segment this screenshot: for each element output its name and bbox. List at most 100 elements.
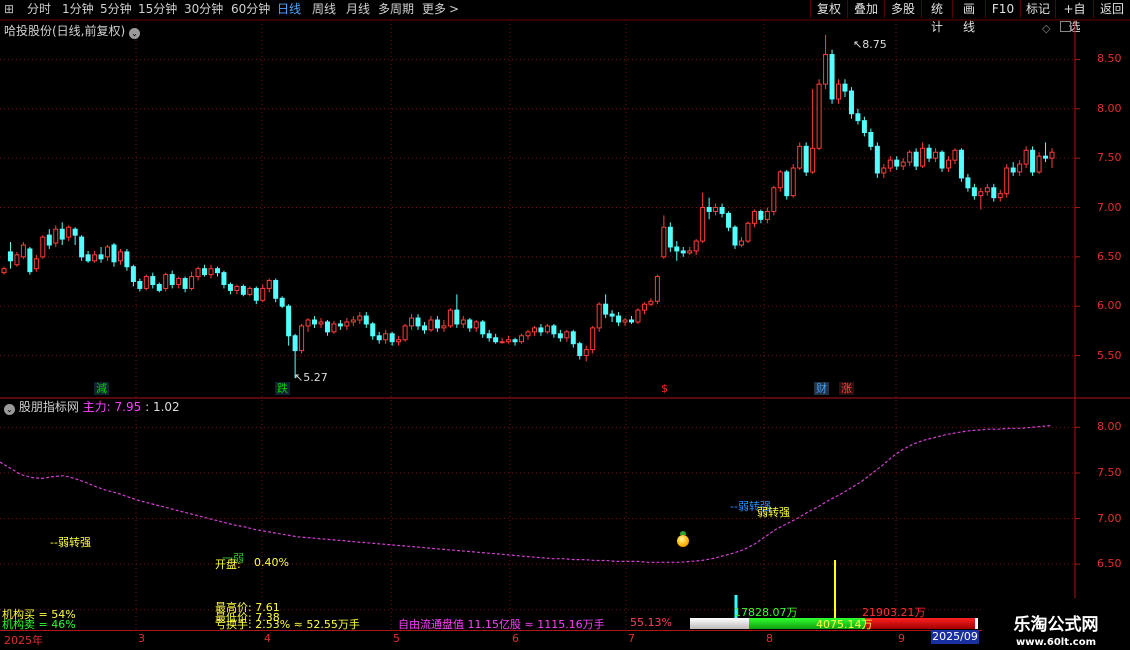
candle-body	[137, 281, 143, 289]
chevron-down-icon[interactable]: ⌄	[129, 28, 141, 39]
candle-body	[674, 246, 680, 252]
kline-chart[interactable]	[0, 20, 1130, 630]
candle-body	[810, 147, 816, 173]
period-tab-multi[interactable]: 多周期	[378, 1, 414, 18]
signal-rise: 涨	[839, 382, 854, 395]
candle-body	[971, 187, 977, 197]
sub-panel-title[interactable]: ⌄ 股朋指标网 主力: 7.95 : 1.02	[4, 398, 180, 415]
period-tab-minute[interactable]: 分时	[27, 1, 51, 18]
add-watchlist-button[interactable]: +自选	[1055, 0, 1093, 34]
period-tab-weekly[interactable]: 周线	[312, 1, 336, 18]
candle-body	[667, 226, 673, 248]
candle-body	[240, 285, 246, 295]
candle-body	[641, 303, 647, 311]
statistics-button[interactable]: 统计	[921, 0, 952, 34]
candle-body	[991, 187, 997, 199]
layout-menu-icon[interactable]: ⊞	[4, 1, 14, 18]
candle-body	[687, 250, 693, 254]
candle-body	[486, 333, 492, 339]
candle-body	[117, 251, 123, 262]
candle-body	[279, 297, 285, 307]
candle-body	[577, 343, 583, 357]
candle-body	[1049, 151, 1055, 159]
candle-body	[1017, 163, 1023, 173]
main-panel-title[interactable]: 哈投股份(日线,前复权) ⌄	[4, 22, 141, 39]
weak-to-strong-tag-right-b: 弱转强	[757, 506, 790, 519]
candle-body	[933, 151, 939, 159]
sub-y-tick-label: 7.50	[1097, 465, 1122, 479]
window-toggle-icon[interactable]	[1060, 21, 1071, 32]
signal-finance: 财	[814, 382, 829, 395]
candle-body	[376, 335, 382, 341]
overlay-button[interactable]: 叠加	[847, 0, 884, 18]
candle-body	[14, 254, 20, 266]
candle-body	[383, 333, 389, 341]
candle-body	[59, 228, 65, 240]
candle-body	[208, 268, 214, 276]
candle-body	[654, 276, 660, 302]
candle-body	[72, 228, 78, 236]
period-tab-15min[interactable]: 15分钟	[138, 1, 177, 18]
multi-stock-button[interactable]: 多股	[884, 0, 921, 18]
candle-body	[156, 283, 162, 291]
draw-line-button[interactable]: 画线	[952, 0, 985, 34]
candle-body	[234, 285, 240, 291]
period-tab-5min[interactable]: 5分钟	[100, 1, 132, 18]
candle-body	[195, 268, 201, 278]
candle-body	[525, 331, 531, 337]
candle-body	[790, 167, 796, 197]
period-tab-60min[interactable]: 60分钟	[231, 1, 270, 18]
period-tab-daily[interactable]: 日线	[277, 1, 301, 18]
candle-body	[836, 83, 842, 100]
open-label: 开盘:	[215, 558, 241, 571]
candle-body	[1004, 167, 1010, 195]
main-y-tick-label: 6.50	[1097, 249, 1122, 263]
chevron-down-icon[interactable]: ⌄	[4, 404, 15, 415]
candle-body	[544, 325, 550, 333]
period-tab-30min[interactable]: 30分钟	[184, 1, 223, 18]
period-tab-more[interactable]: 更多	[422, 1, 446, 18]
candle-body	[564, 331, 570, 339]
chevron-right-icon[interactable]: >	[449, 1, 459, 18]
candle-body	[292, 335, 298, 352]
candle-body	[402, 325, 408, 341]
candle-body	[629, 319, 635, 323]
candle-body	[713, 207, 719, 212]
candle-body	[415, 317, 421, 327]
period-tab-monthly[interactable]: 月线	[346, 1, 370, 18]
main-y-tick-label: 8.00	[1097, 101, 1122, 115]
watermark-url: www.60lt.com	[1015, 637, 1096, 648]
candle-body	[519, 335, 525, 343]
volume-green-value: 17828.07万	[734, 606, 798, 619]
candle-body	[738, 240, 744, 246]
f10-button[interactable]: F10	[985, 0, 1020, 18]
candle-body	[719, 207, 725, 214]
candle-body	[92, 254, 98, 262]
candle-body	[163, 274, 169, 289]
candle-body	[745, 222, 751, 242]
gold-dot-icon	[677, 535, 689, 547]
candle-body	[79, 236, 85, 258]
candle-body	[538, 327, 544, 333]
candle-body	[609, 313, 615, 317]
candle-body	[143, 276, 149, 289]
period-tab-1min[interactable]: 1分钟	[62, 1, 94, 18]
candle-body	[305, 319, 311, 327]
candle-body	[551, 325, 557, 335]
main-force-line	[0, 424, 1053, 563]
restore-rights-button[interactable]: 复权	[810, 0, 847, 18]
candle-body	[124, 251, 130, 268]
diamond-icon[interactable]: ◇	[1042, 22, 1050, 35]
candle-body	[46, 234, 52, 246]
candle-body	[350, 319, 356, 323]
x-axis-label: 5	[393, 632, 400, 645]
stock-title: 哈投股份(日线,前复权)	[4, 24, 126, 38]
x-axis-label: 4	[264, 632, 271, 645]
candle-body	[842, 83, 848, 92]
candle-body	[700, 207, 706, 242]
mark-button[interactable]: 标记	[1020, 0, 1055, 18]
candle-body	[370, 323, 376, 337]
candle-body	[454, 309, 460, 325]
candle-body	[952, 149, 958, 161]
back-button[interactable]: 返回	[1093, 0, 1130, 18]
